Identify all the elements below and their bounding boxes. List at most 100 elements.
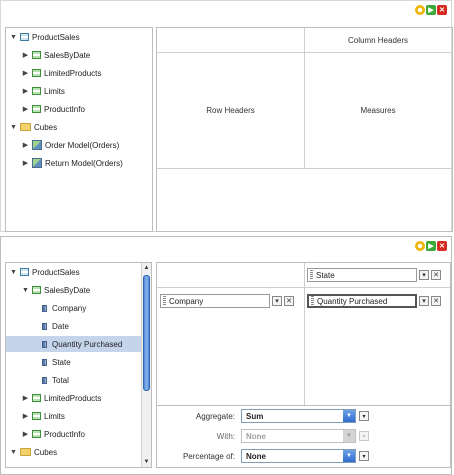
expand-right-icon[interactable]: ▶ xyxy=(22,159,29,167)
row-field-chip[interactable]: Company ▾ ✕ xyxy=(160,293,294,309)
tree-node-label: Order Model(Orders) xyxy=(45,140,120,150)
expand-right-icon[interactable]: ▶ xyxy=(22,141,29,149)
chevron-down-icon[interactable]: ▾ xyxy=(359,411,369,421)
tree-node[interactable]: ▶ Return Model(Orders) xyxy=(22,155,123,171)
tree-node-label: Cubes xyxy=(34,122,58,132)
panel-toolbar: ▶ ✕ xyxy=(415,5,447,15)
data-source-tree: ▲ ▼ ▼ ProductSales ▼ SalesByDate Company Date… xyxy=(5,262,152,468)
percentage-select[interactable]: None ▼ xyxy=(241,449,356,463)
tree-node[interactable]: ▶ Order Model(Orders) xyxy=(22,137,119,153)
tree-node[interactable]: Total xyxy=(40,372,69,388)
tree-node[interactable]: ▶ LimitedProducts xyxy=(22,65,102,81)
expand-down-icon[interactable]: ▼ xyxy=(22,287,29,294)
tree-node[interactable]: Date xyxy=(40,318,69,334)
tree-node[interactable]: ▶ LimitedProducts xyxy=(22,390,102,406)
table-icon xyxy=(32,412,41,420)
tree-node[interactable]: ▼ ProductSales xyxy=(10,264,80,280)
aggregate-row: Aggregate: Sum ▼ ▾ xyxy=(157,407,450,425)
tree-node[interactable]: ▶ Limits xyxy=(22,408,65,424)
with-label: With: xyxy=(216,431,235,441)
tree-node-label: State xyxy=(52,357,71,367)
tree-node[interactable]: Company xyxy=(40,300,86,316)
tree-node-label: SalesByDate xyxy=(44,285,91,295)
tree-node[interactable]: ▶ ProductInfo xyxy=(22,101,85,117)
tree-node[interactable]: Quantity Purchased xyxy=(6,336,141,352)
tree-node[interactable]: ▼ SalesByDate xyxy=(22,282,90,298)
column-icon xyxy=(42,358,47,366)
close-icon[interactable]: ✕ xyxy=(437,5,447,15)
tree-node[interactable]: ▶ Limits xyxy=(22,83,65,99)
expand-down-icon[interactable]: ▼ xyxy=(10,34,17,41)
table-icon xyxy=(20,33,29,41)
column-headers-area[interactable]: Column Headers xyxy=(304,28,452,52)
table-icon xyxy=(32,394,41,402)
dropdown-arrow-icon[interactable]: ▼ xyxy=(343,450,355,462)
tree-node[interactable]: ▼ Cubes xyxy=(10,119,57,135)
table-icon xyxy=(32,51,41,59)
chevron-down-icon[interactable]: ▾ xyxy=(419,296,429,306)
play-icon[interactable]: ▶ xyxy=(426,5,436,15)
table-icon xyxy=(32,87,41,95)
tree-node[interactable]: ▼ ProductSales xyxy=(10,29,80,45)
remove-icon[interactable]: ✕ xyxy=(431,296,441,306)
tree-node-label: SalesByDate xyxy=(44,50,91,60)
binding-panel-top: ▶ ✕ ▼ ProductSales ▶ SalesByDate ▶ LimitedPro… xyxy=(0,0,453,232)
expand-down-icon[interactable]: ▼ xyxy=(10,124,17,131)
tree-node-label: LimitedProducts xyxy=(44,68,102,78)
tree-node-label: Limits xyxy=(44,86,65,96)
scroll-down-icon[interactable]: ▼ xyxy=(142,457,151,467)
gear-icon[interactable] xyxy=(415,5,425,15)
drag-handle-icon[interactable] xyxy=(310,270,313,280)
column-field-chip[interactable]: State ▾ ✕ xyxy=(307,267,441,283)
chevron-down-icon[interactable]: ▾ xyxy=(359,431,369,441)
row-headers-area[interactable]: Row Headers xyxy=(157,52,304,168)
scroll-up-icon[interactable]: ▲ xyxy=(142,263,151,273)
tree-node[interactable]: ▶ ProductInfo xyxy=(22,426,85,442)
tree-node-label: Cubes xyxy=(34,447,58,457)
expand-right-icon[interactable]: ▶ xyxy=(22,394,29,402)
chevron-down-icon[interactable]: ▾ xyxy=(419,270,429,280)
expand-down-icon[interactable]: ▼ xyxy=(10,269,17,276)
with-select[interactable]: None ▼ xyxy=(241,429,356,443)
expand-down-icon[interactable]: ▼ xyxy=(10,449,17,456)
tree-node-label: ProductSales xyxy=(32,267,80,277)
row-field-label: Company xyxy=(169,296,204,306)
dropdown-arrow-icon[interactable]: ▼ xyxy=(343,430,355,442)
chevron-down-icon[interactable]: ▾ xyxy=(272,296,282,306)
remove-icon[interactable]: ✕ xyxy=(431,270,441,280)
expand-right-icon[interactable]: ▶ xyxy=(22,51,29,59)
expand-right-icon[interactable]: ▶ xyxy=(22,87,29,95)
chevron-down-icon[interactable]: ▾ xyxy=(359,451,369,461)
tree-node-label: LimitedProducts xyxy=(44,393,102,403)
aggregate-select[interactable]: Sum ▼ xyxy=(241,409,356,423)
tree-node[interactable]: ▶ SalesByDate xyxy=(22,47,90,63)
cube-icon xyxy=(32,140,42,150)
close-icon[interactable]: ✕ xyxy=(437,241,447,251)
measure-field-chip[interactable]: Quantity Purchased ▾ ✕ xyxy=(307,293,441,309)
measures-area[interactable]: Measures xyxy=(304,52,452,168)
expand-right-icon[interactable]: ▶ xyxy=(22,105,29,113)
column-icon xyxy=(42,376,47,384)
tree-node[interactable]: ▼ Cubes xyxy=(10,444,57,460)
dropdown-arrow-icon[interactable]: ▼ xyxy=(343,410,355,422)
tree-node-label: Quantity Purchased xyxy=(52,339,123,349)
gear-icon[interactable] xyxy=(415,241,425,251)
play-icon[interactable]: ▶ xyxy=(426,241,436,251)
expand-right-icon[interactable]: ▶ xyxy=(22,412,29,420)
scroll-thumb[interactable] xyxy=(143,275,150,391)
tree-node-label: ProductInfo xyxy=(44,104,85,114)
expand-right-icon[interactable]: ▶ xyxy=(22,430,29,438)
tree-scrollbar[interactable]: ▲ ▼ xyxy=(141,263,151,467)
drag-handle-icon[interactable] xyxy=(311,296,314,306)
remove-icon[interactable]: ✕ xyxy=(284,296,294,306)
aggregate-value: Sum xyxy=(246,411,264,421)
binding-grid: State ▾ ✕ Company ▾ ✕ Quantity Purchased… xyxy=(156,262,451,406)
table-icon xyxy=(32,105,41,113)
tree-node-label: ProductSales xyxy=(32,32,80,42)
tree-node-label: Date xyxy=(52,321,69,331)
tree-node[interactable]: State xyxy=(40,354,71,370)
cube-icon xyxy=(32,158,42,168)
drag-handle-icon[interactable] xyxy=(163,296,166,306)
expand-right-icon[interactable]: ▶ xyxy=(22,69,29,77)
aggregate-label: Aggregate: xyxy=(195,411,235,421)
